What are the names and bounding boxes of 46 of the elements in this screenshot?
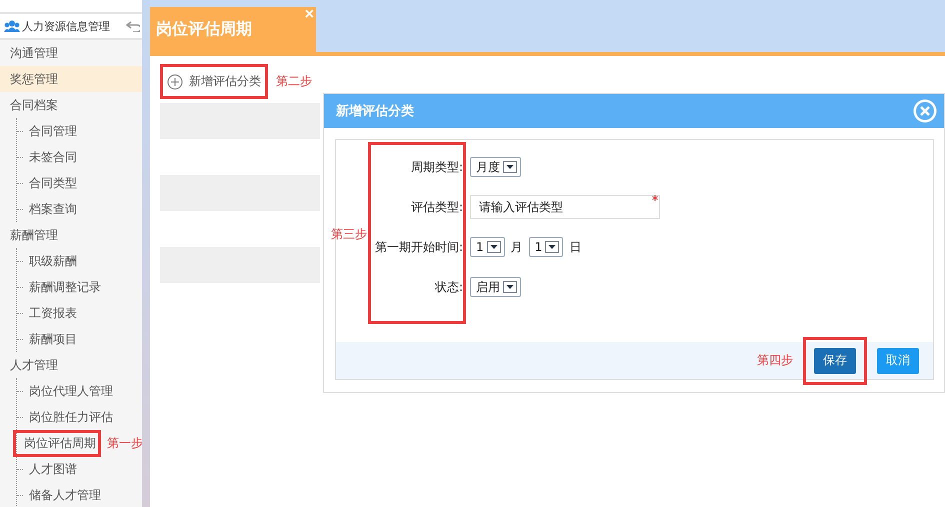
add-category-button[interactable]: 新增评估分类 <box>160 64 268 99</box>
close-icon <box>912 98 938 124</box>
sidebar-item[interactable]: 奖惩管理 <box>0 66 142 92</box>
sidebar-subitem[interactable]: 储备人才管理 <box>29 484 101 506</box>
sidebar-subitem[interactable]: 未签合同 <box>29 146 77 168</box>
sidebar-subitem[interactable]: 职级薪酬 <box>29 250 77 272</box>
step-annotation: 第三步 <box>331 226 367 243</box>
step-annotation: 第四步 <box>757 352 793 369</box>
text-field[interactable]: 请输入评估类型 <box>470 195 660 219</box>
sidebar-item[interactable]: 薪酬管理 <box>0 222 142 248</box>
sidebar-subitem[interactable]: 薪酬调整记录 <box>29 276 101 298</box>
dropdown[interactable]: 1 <box>528 237 564 257</box>
dialog-title: 新增评估分类 <box>336 102 414 120</box>
sidebar-subitem[interactable]: 档案查询 <box>29 198 77 220</box>
field-label: 周期类型: <box>410 159 463 176</box>
field-label: 状态: <box>434 279 463 296</box>
dropdown[interactable]: 月度 <box>470 157 521 177</box>
sidebar-subitem[interactable]: 薪酬项目 <box>29 328 77 350</box>
field-label: 评估类型: <box>410 199 463 216</box>
caret-icon <box>545 241 560 253</box>
sidebar-subitem[interactable]: 岗位胜任力评估 <box>29 406 113 428</box>
close-button[interactable] <box>912 98 938 124</box>
sidebar-subitem[interactable]: 工资报表 <box>29 302 77 324</box>
field-label: 第一期开始时间: <box>374 239 463 256</box>
save-button[interactable]: 保存 <box>814 348 856 374</box>
back-icon[interactable] <box>126 20 140 32</box>
sidebar-item[interactable]: 合同档案 <box>0 92 142 118</box>
sidebar-item[interactable]: 人才管理 <box>0 352 142 378</box>
sidebar-subitem[interactable]: 岗位评估周期 <box>13 430 101 456</box>
unit-label: 日 <box>569 238 582 256</box>
caret-icon <box>503 161 517 173</box>
step-annotation: 第一步 <box>107 434 143 452</box>
section-title: 人力资源信息管理 <box>22 18 110 34</box>
dropdown[interactable]: 1 <box>470 237 505 257</box>
sidebar-subitem[interactable]: 合同类型 <box>29 172 77 194</box>
dropdown[interactable]: 启用 <box>470 277 521 297</box>
sidebar-subitem[interactable]: 岗位代理人管理 <box>29 380 113 402</box>
caret-icon <box>486 241 501 253</box>
people-icon <box>4 20 20 32</box>
sidebar-subitem[interactable]: 人才图谱 <box>29 458 77 480</box>
sidebar-subitem[interactable]: 合同管理 <box>29 120 77 142</box>
sidebar-item[interactable]: 沟通管理 <box>0 40 142 66</box>
step-annotation: 第二步 <box>276 73 312 90</box>
caret-icon <box>503 281 517 293</box>
unit-label: 月 <box>510 238 523 256</box>
plus-circle-icon <box>167 74 183 90</box>
